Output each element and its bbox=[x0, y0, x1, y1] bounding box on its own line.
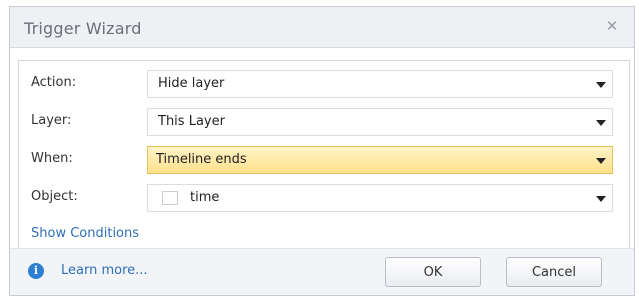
chevron-down-icon bbox=[596, 158, 606, 164]
action-label: Action: bbox=[31, 75, 77, 90]
object-dropdown[interactable]: time bbox=[147, 184, 613, 212]
object-row: Object: time bbox=[19, 183, 629, 213]
layer-dropdown[interactable]: This Layer bbox=[147, 108, 613, 136]
object-swatch bbox=[162, 191, 178, 205]
trigger-form: Action: Hide layer Layer: This Layer Whe… bbox=[18, 60, 630, 251]
show-conditions-link[interactable]: Show Conditions bbox=[31, 226, 139, 241]
dialog-title: Trigger Wizard bbox=[24, 19, 142, 38]
when-row: When: Timeline ends bbox=[19, 145, 629, 175]
layer-label: Layer: bbox=[31, 113, 72, 128]
learn-more-link[interactable]: Learn more... bbox=[61, 263, 148, 278]
chevron-down-icon bbox=[596, 196, 606, 202]
layer-value: This Layer bbox=[158, 114, 225, 129]
when-label: When: bbox=[31, 151, 73, 166]
action-value: Hide layer bbox=[158, 76, 225, 91]
dialog-footer: i Learn more... OK Cancel bbox=[10, 248, 634, 295]
when-dropdown[interactable]: Timeline ends bbox=[147, 146, 613, 174]
when-value: Timeline ends bbox=[156, 152, 247, 167]
action-dropdown[interactable]: Hide layer bbox=[147, 70, 613, 98]
object-value: time bbox=[190, 190, 220, 205]
layer-row: Layer: This Layer bbox=[19, 107, 629, 137]
dialog-titlebar: Trigger Wizard ✕ bbox=[10, 7, 634, 48]
cancel-button[interactable]: Cancel bbox=[506, 257, 602, 287]
ok-button[interactable]: OK bbox=[385, 257, 481, 287]
info-icon: i bbox=[28, 263, 44, 279]
trigger-wizard-dialog: Trigger Wizard ✕ Action: Hide layer Laye… bbox=[9, 6, 635, 296]
chevron-down-icon bbox=[596, 82, 606, 88]
close-icon[interactable]: ✕ bbox=[604, 18, 620, 34]
chevron-down-icon bbox=[596, 120, 606, 126]
action-row: Action: Hide layer bbox=[19, 69, 629, 99]
object-label: Object: bbox=[31, 189, 78, 204]
